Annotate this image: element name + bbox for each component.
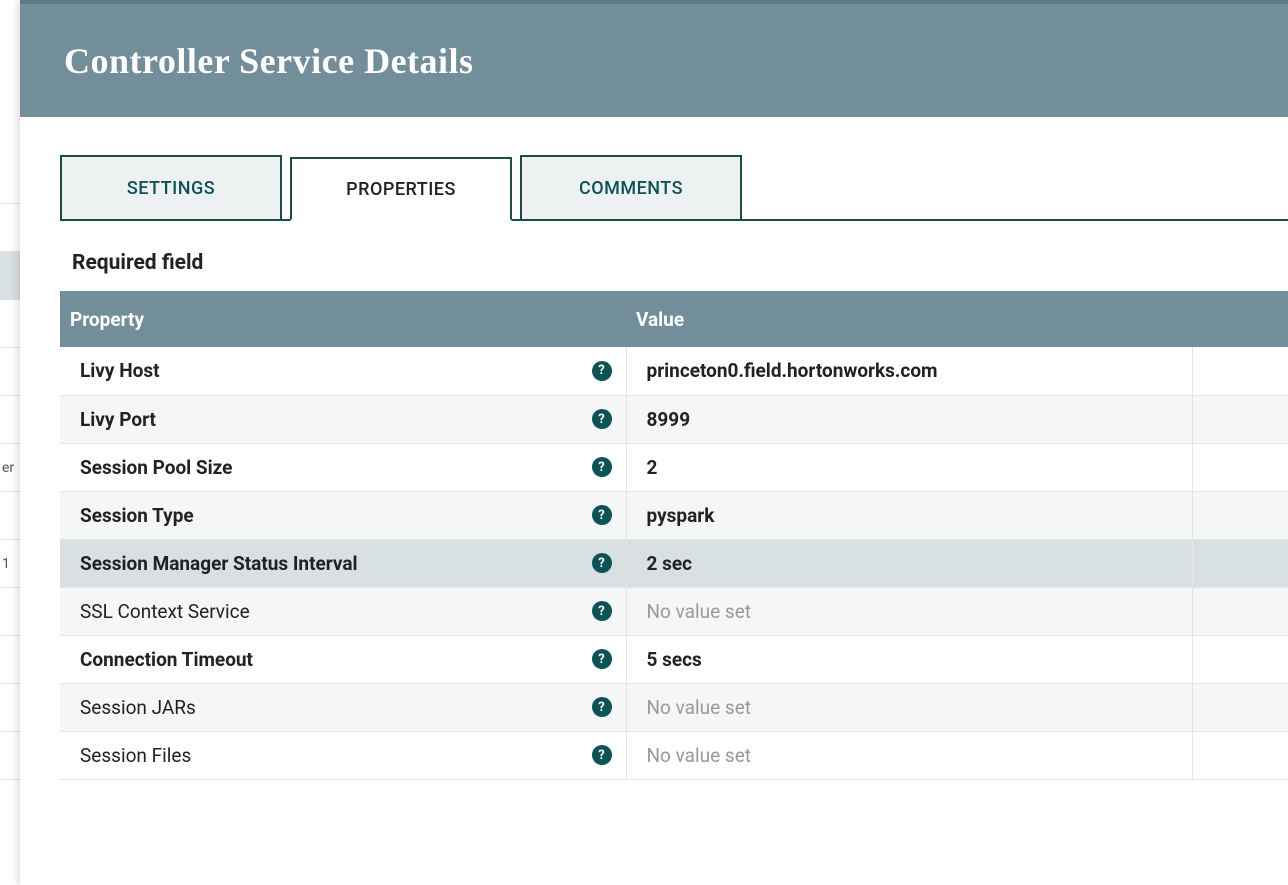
property-value-cell[interactable]: No value set: [626, 683, 1192, 731]
tab-properties[interactable]: PROPERTIES: [290, 157, 512, 221]
table-row[interactable]: Livy Port?8999: [60, 395, 1288, 443]
property-action-cell: [1192, 635, 1288, 683]
property-name-cell: SSL Context Service?: [60, 587, 626, 635]
property-name-cell: Livy Port?: [60, 395, 626, 443]
property-action-cell: [1192, 443, 1288, 491]
property-value-cell[interactable]: 8999: [626, 395, 1192, 443]
help-icon[interactable]: ?: [592, 409, 612, 429]
table-row[interactable]: Session Pool Size?2: [60, 443, 1288, 491]
help-icon[interactable]: ?: [592, 553, 612, 573]
help-icon[interactable]: ?: [592, 745, 612, 765]
dialog-title: Controller Service Details: [64, 40, 474, 82]
property-action-cell: [1192, 347, 1288, 395]
property-name: Session Type: [80, 504, 194, 527]
property-name: Connection Timeout: [80, 648, 253, 671]
property-name-cell: Session Type?: [60, 491, 626, 539]
property-name: Session JARs: [80, 696, 196, 719]
property-name: Session Manager Status Interval: [80, 552, 358, 575]
table-row[interactable]: Session JARs?No value set: [60, 683, 1288, 731]
table-row[interactable]: SSL Context Service?No value set: [60, 587, 1288, 635]
property-value-cell[interactable]: No value set: [626, 587, 1192, 635]
property-action-cell: [1192, 587, 1288, 635]
property-action-cell: [1192, 539, 1288, 587]
backdrop-fragment: er: [0, 444, 20, 492]
property-name: Session Pool Size: [80, 456, 232, 479]
property-action-cell: [1192, 731, 1288, 779]
controller-service-details-dialog: Controller Service Details SETTINGS PROP…: [20, 0, 1288, 885]
tabs: SETTINGS PROPERTIES COMMENTS: [60, 155, 1288, 221]
property-value-cell[interactable]: pyspark: [626, 491, 1192, 539]
table-row[interactable]: Connection Timeout?5 secs: [60, 635, 1288, 683]
column-header-property: Property: [60, 291, 626, 347]
dialog-body: SETTINGS PROPERTIES COMMENTS Required fi…: [20, 117, 1288, 780]
dialog-header: Controller Service Details: [20, 0, 1288, 117]
property-name-cell: Session Manager Status Interval?: [60, 539, 626, 587]
property-action-cell: [1192, 395, 1288, 443]
property-action-cell: [1192, 491, 1288, 539]
properties-table: Property Value Livy Host?princeton0.fiel…: [60, 291, 1288, 780]
property-name-cell: Session Pool Size?: [60, 443, 626, 491]
table-row[interactable]: Livy Host?princeton0.field.hortonworks.c…: [60, 347, 1288, 395]
help-icon[interactable]: ?: [592, 601, 612, 621]
background-content: er 1: [0, 0, 20, 885]
help-icon[interactable]: ?: [592, 457, 612, 477]
property-name: Livy Port: [80, 408, 156, 431]
required-field-label: Required field: [72, 251, 1288, 275]
property-action-cell: [1192, 683, 1288, 731]
property-value-cell[interactable]: 5 secs: [626, 635, 1192, 683]
property-value-cell[interactable]: princeton0.field.hortonworks.com: [626, 347, 1192, 395]
property-name-cell: Connection Timeout?: [60, 635, 626, 683]
property-value-cell[interactable]: 2 sec: [626, 539, 1192, 587]
property-value-cell[interactable]: No value set: [626, 731, 1192, 779]
property-name-cell: Livy Host?: [60, 347, 626, 395]
property-value-cell[interactable]: 2: [626, 443, 1192, 491]
table-row[interactable]: Session Manager Status Interval?2 sec: [60, 539, 1288, 587]
property-name: Session Files: [80, 744, 191, 767]
column-header-value: Value: [626, 291, 1192, 347]
help-icon[interactable]: ?: [592, 361, 612, 381]
help-icon[interactable]: ?: [592, 649, 612, 669]
backdrop-fragment: 1: [0, 540, 20, 588]
table-row[interactable]: Session Type?pyspark: [60, 491, 1288, 539]
table-row[interactable]: Session Files?No value set: [60, 731, 1288, 779]
property-name: Livy Host: [80, 359, 160, 382]
tab-comments[interactable]: COMMENTS: [520, 155, 742, 219]
help-icon[interactable]: ?: [592, 505, 612, 525]
help-icon[interactable]: ?: [592, 697, 612, 717]
tab-settings[interactable]: SETTINGS: [60, 155, 282, 219]
property-name: SSL Context Service: [80, 600, 250, 623]
property-name-cell: Session JARs?: [60, 683, 626, 731]
property-name-cell: Session Files?: [60, 731, 626, 779]
column-header-actions: [1192, 291, 1288, 347]
